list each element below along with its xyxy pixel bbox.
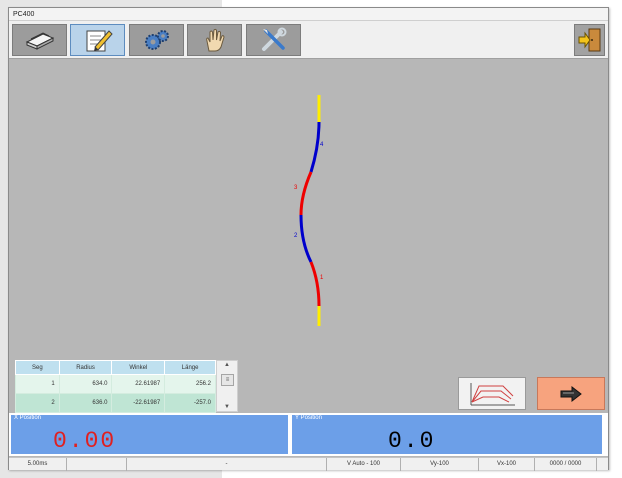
settings-button[interactable] xyxy=(129,24,184,56)
profile-chart-icon xyxy=(470,382,515,405)
hand-icon xyxy=(205,28,225,52)
scroll-thumb[interactable]: ≡ xyxy=(221,374,234,386)
x-position-label: X Position xyxy=(14,415,42,421)
y-position-value: 0.0 xyxy=(388,428,436,454)
gears-icon xyxy=(144,30,169,50)
status-v-auto: V Auto - 100 xyxy=(327,458,401,471)
arrow-right-icon xyxy=(560,385,582,402)
column-header-laenge: Länge xyxy=(164,360,216,375)
segment-table: Seg Radius Winkel Länge 1 634.0 22.61987… xyxy=(15,360,216,413)
profile-view-button[interactable] xyxy=(458,377,526,410)
pencil-icon xyxy=(86,30,113,52)
manual-button[interactable] xyxy=(187,24,242,56)
table-cell[interactable]: 256.2 xyxy=(164,374,216,394)
segment-2 xyxy=(299,214,313,263)
segment-4 xyxy=(309,121,321,173)
files-button[interactable] xyxy=(12,24,67,56)
status-field-3: - xyxy=(127,458,327,471)
table-cell[interactable]: 22.61987 xyxy=(111,374,166,394)
table-cell[interactable]: 1 xyxy=(15,374,60,394)
scroll-down-icon[interactable]: ▼ xyxy=(217,404,237,410)
status-vy: Vy-100 xyxy=(401,458,479,471)
table-cell[interactable]: 636.0 xyxy=(58,393,113,413)
toolbar xyxy=(9,21,608,59)
table-scrollbar[interactable]: ▲ ≡ ▼ xyxy=(216,360,238,412)
segment-label-3: 3 xyxy=(294,185,298,191)
segment-1 xyxy=(309,261,321,307)
drawing-canvas[interactable]: 4 3 2 1 Seg Radius Winkel Länge 1 634.0 … xyxy=(9,60,608,414)
exit-door-icon xyxy=(578,28,600,52)
table-cell[interactable]: 634.0 xyxy=(58,374,113,394)
segment-3 xyxy=(299,171,313,216)
segment-label-2: 2 xyxy=(294,233,298,239)
edit-button[interactable] xyxy=(70,24,125,56)
scroll-up-icon[interactable]: ▲ xyxy=(217,362,237,368)
column-header-winkel: Winkel xyxy=(111,360,166,375)
table-cell[interactable]: -257.0 xyxy=(164,393,216,413)
y-position-label: Y Position xyxy=(295,415,322,421)
table-row[interactable]: 1 634.0 22.61987 256.2 xyxy=(15,374,216,394)
status-bar: 5.00ms - V Auto - 100 Vy-100 Vx-100 0000… xyxy=(9,457,608,471)
window-title: PC400 xyxy=(9,8,608,21)
y-position-panel: Y Position 0.0 xyxy=(290,413,604,456)
column-header-radius: Radius xyxy=(58,360,113,375)
column-header-seg: Seg xyxy=(15,360,60,375)
status-field-2 xyxy=(67,458,127,471)
x-position-value: 0.00 xyxy=(53,428,117,454)
segment-label-4: 4 xyxy=(320,142,324,148)
exit-button[interactable] xyxy=(574,24,605,56)
folder-stack-icon xyxy=(25,32,54,50)
table-cell[interactable]: -22.61987 xyxy=(111,393,166,413)
status-time: 5.00ms xyxy=(9,458,67,471)
status-vx: Vx-100 xyxy=(479,458,535,471)
next-step-button[interactable] xyxy=(537,377,605,410)
table-cell[interactable]: 2 xyxy=(15,393,60,413)
tools-button[interactable] xyxy=(246,24,301,56)
segment-label-1: 1 xyxy=(320,275,324,281)
app-window: PC400 4 3 2 1 Seg Radius Winkel Länge 1 … xyxy=(8,7,609,471)
tools-icon xyxy=(261,27,286,51)
position-bar: X Position 0.00 Y Position 0.0 xyxy=(9,413,608,456)
x-position-panel: X Position 0.00 xyxy=(9,413,290,456)
table-row[interactable]: 2 636.0 -22.61987 -257.0 xyxy=(15,393,216,413)
status-counter: 0000 / 0000 xyxy=(535,458,597,471)
